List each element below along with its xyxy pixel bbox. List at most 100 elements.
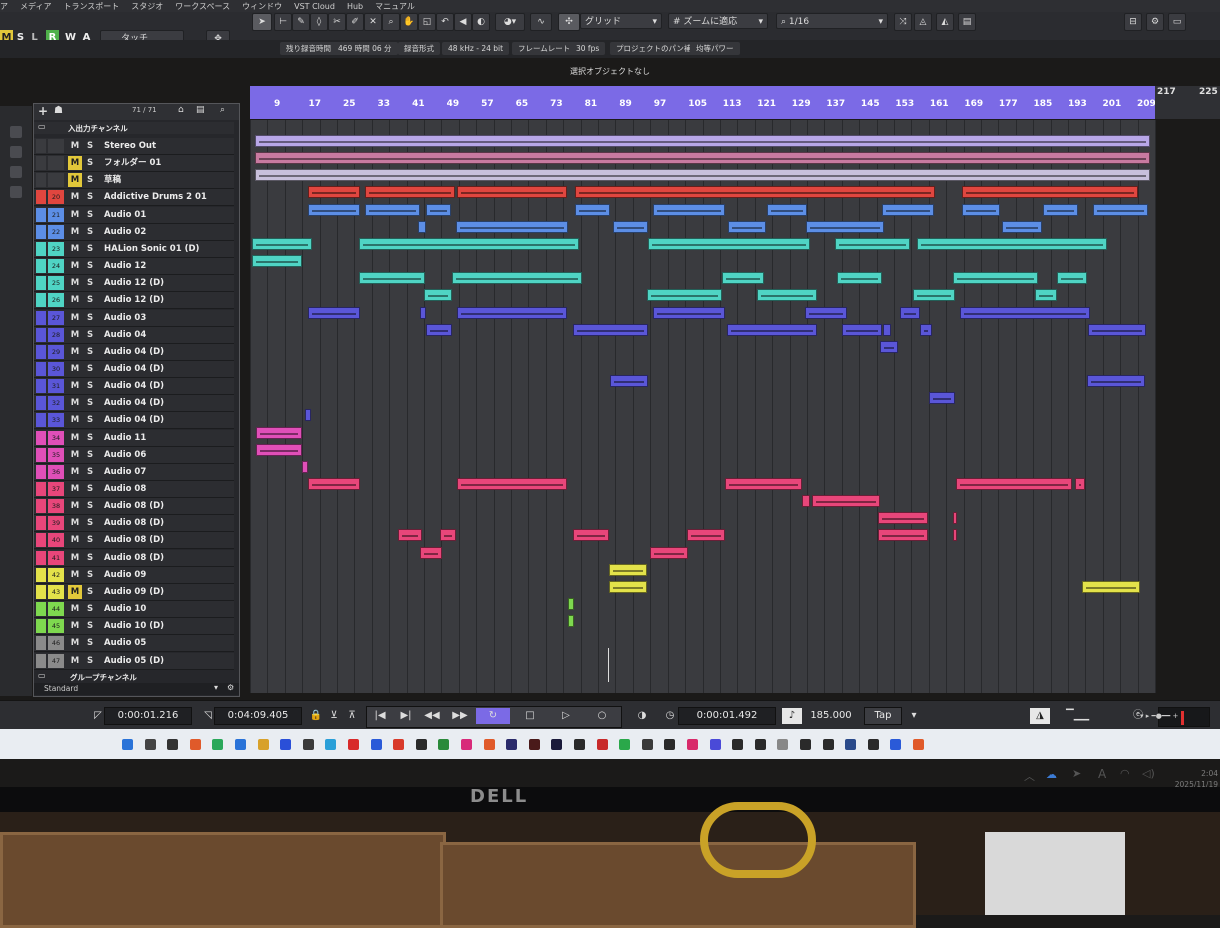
mute-button[interactable]: M bbox=[68, 225, 82, 239]
audio-event[interactable] bbox=[418, 220, 426, 233]
visibility-config-row[interactable]: Standard ▾ ⚙ bbox=[34, 683, 239, 695]
taskbar-app-icon[interactable] bbox=[167, 739, 179, 750]
audio-event[interactable] bbox=[609, 580, 647, 593]
audio-event[interactable] bbox=[452, 272, 582, 285]
track-row[interactable]: 42 M S Audio 09 bbox=[34, 566, 234, 584]
audio-event[interactable] bbox=[1087, 375, 1145, 388]
audio-event[interactable] bbox=[900, 306, 920, 319]
solo-button[interactable]: S bbox=[84, 619, 96, 633]
audio-event[interactable] bbox=[575, 203, 610, 216]
audio-event[interactable] bbox=[305, 409, 311, 422]
metronome-click-icon[interactable]: ◮ bbox=[1030, 708, 1050, 724]
track-row[interactable]: 30 M S Audio 04 (D) bbox=[34, 360, 234, 378]
mute-button[interactable]: M bbox=[68, 602, 82, 616]
menu-item-1[interactable]: メディア bbox=[20, 1, 51, 12]
track-row[interactable]: 31 M S Audio 04 (D) bbox=[34, 378, 234, 396]
zoom-tool-icon[interactable]: ⌕ bbox=[382, 13, 400, 31]
track-row[interactable]: 41 M S Audio 08 (D) bbox=[34, 549, 234, 567]
solo-button[interactable]: S bbox=[84, 293, 96, 307]
mute-button[interactable]: M bbox=[68, 448, 82, 462]
taskbar-app-icon[interactable] bbox=[596, 739, 608, 750]
quantize-apply-icon[interactable]: ⤨ bbox=[894, 13, 912, 31]
taskbar-app-icon[interactable] bbox=[257, 739, 269, 750]
preroll-icon[interactable]: ◑ bbox=[632, 708, 652, 724]
time-display-icon[interactable]: ◷ bbox=[660, 708, 680, 724]
audio-event[interactable] bbox=[365, 203, 420, 216]
lock-icon[interactable]: 🔒 bbox=[306, 708, 326, 724]
settings-icon[interactable]: ⚙ bbox=[1146, 13, 1164, 31]
audio-event[interactable] bbox=[835, 237, 910, 250]
audio-event[interactable] bbox=[960, 306, 1090, 319]
chevron-up-icon[interactable]: ︿ bbox=[1024, 768, 1035, 784]
solo-button[interactable]: S bbox=[84, 190, 96, 204]
audio-event[interactable] bbox=[424, 289, 452, 302]
menu-item-6[interactable]: VST Cloud bbox=[294, 2, 335, 11]
window-layout-icon[interactable]: ▤ bbox=[958, 13, 976, 31]
solo-button[interactable]: S bbox=[84, 139, 96, 153]
mute-button[interactable]: M bbox=[68, 499, 82, 513]
stop-icon[interactable]: □ bbox=[520, 708, 540, 724]
solo-button[interactable]: S bbox=[84, 585, 96, 599]
go-to-end-icon[interactable]: ▶| bbox=[396, 708, 416, 724]
mute-button[interactable]: M bbox=[68, 568, 82, 582]
wifi-icon[interactable]: ◠ bbox=[1120, 767, 1130, 780]
cycle-icon[interactable]: ↻ bbox=[476, 708, 510, 724]
taskbar-app-icon[interactable] bbox=[890, 739, 902, 750]
track-row[interactable]: M S フォルダー 01 bbox=[34, 155, 234, 173]
solo-button[interactable]: S bbox=[84, 225, 96, 239]
ime-icon[interactable]: A bbox=[1098, 767, 1106, 781]
track-row[interactable]: 46 M S Audio 05 bbox=[34, 635, 234, 653]
audio-event[interactable] bbox=[917, 237, 1107, 250]
audio-event[interactable] bbox=[687, 529, 725, 542]
track-row[interactable]: 27 M S Audio 03 bbox=[34, 309, 234, 327]
audio-event[interactable] bbox=[308, 186, 360, 199]
quantize-select[interactable]: ⌕ 1/16 ▾ bbox=[776, 13, 888, 29]
solo-button[interactable]: S bbox=[84, 413, 96, 427]
solo-button[interactable]: S bbox=[84, 636, 96, 650]
track-row[interactable]: M S 草稿 bbox=[34, 172, 234, 190]
audio-event[interactable] bbox=[426, 323, 452, 336]
track-row[interactable]: 43 M S Audio 09 (D) bbox=[34, 583, 234, 601]
audio-event[interactable] bbox=[806, 220, 884, 233]
solo-button[interactable]: S bbox=[84, 379, 96, 393]
audio-event[interactable] bbox=[1093, 203, 1148, 216]
taskbar-app-icon[interactable] bbox=[325, 739, 337, 750]
solo-button[interactable]: S bbox=[84, 208, 96, 222]
go-to-start-icon[interactable]: |◀ bbox=[370, 708, 390, 724]
solo-button[interactable]: S bbox=[84, 516, 96, 530]
gear-icon[interactable]: ⚙ bbox=[227, 683, 234, 692]
audio-event[interactable] bbox=[1057, 272, 1087, 285]
solo-button[interactable]: S bbox=[84, 259, 96, 273]
solo-button[interactable]: S bbox=[84, 173, 96, 187]
pan-law-value[interactable]: 均等パワー bbox=[690, 42, 740, 55]
solo-button[interactable]: S bbox=[84, 499, 96, 513]
mute-button[interactable]: M bbox=[68, 208, 82, 222]
mute-button[interactable]: M bbox=[68, 516, 82, 530]
taskbar-app-icon[interactable] bbox=[822, 739, 834, 750]
audio-event[interactable] bbox=[757, 289, 817, 302]
audio-event[interactable] bbox=[722, 272, 764, 285]
track-row[interactable]: 37 M S Audio 08 bbox=[34, 481, 234, 498]
audio-event[interactable] bbox=[256, 443, 302, 456]
chevron-down-icon[interactable]: ▾ bbox=[904, 708, 924, 724]
mute-button[interactable]: M bbox=[68, 139, 82, 153]
track-row[interactable]: M S Stereo Out bbox=[34, 138, 234, 155]
taskbar-app-icon[interactable] bbox=[845, 739, 857, 750]
menu-item-4[interactable]: ワークスペース bbox=[175, 1, 230, 12]
taskbar-app-icon[interactable] bbox=[370, 739, 382, 750]
play-tool-icon[interactable]: ◀ bbox=[454, 13, 472, 31]
audio-event[interactable] bbox=[727, 323, 817, 336]
taskbar-app-icon[interactable] bbox=[800, 739, 811, 750]
mute-button[interactable]: M bbox=[68, 362, 82, 376]
mute-tool-icon[interactable]: ✕ bbox=[364, 13, 382, 31]
taskbar-app-icon[interactable] bbox=[754, 739, 766, 750]
glue-tool-icon[interactable]: ✐ bbox=[346, 13, 364, 31]
audio-event[interactable] bbox=[575, 186, 935, 199]
track-row[interactable]: 45 M S Audio 10 (D) bbox=[34, 618, 234, 636]
solo-button[interactable]: S bbox=[84, 362, 96, 376]
audio-event[interactable] bbox=[647, 289, 722, 302]
eraser-tool-icon[interactable]: ◊ bbox=[310, 13, 328, 31]
audio-event[interactable] bbox=[1082, 580, 1140, 593]
taskbar-app-icon[interactable] bbox=[189, 739, 201, 750]
ripple-icon[interactable]: ∿ bbox=[530, 13, 552, 31]
